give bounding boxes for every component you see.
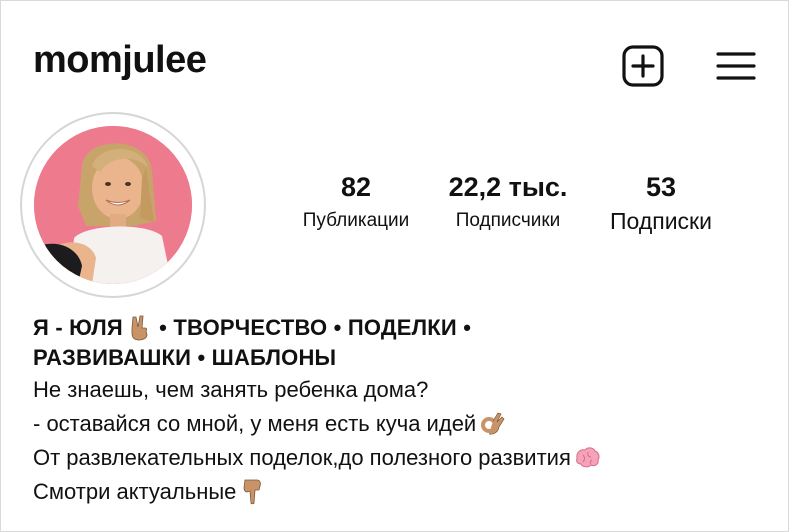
bio-line: Смотри актуальные [33, 475, 763, 509]
pointing-down-icon [244, 479, 262, 505]
profile-screen: momjulee 82 Публикации 22,2 тыс. Подписч… [0, 0, 789, 532]
avatar[interactable] [34, 126, 192, 284]
bio-title-name: Я - ЮЛЯ [33, 315, 123, 340]
brain-icon [576, 447, 600, 468]
bio-line-1: Не знаешь, чем занять ребенка дома? [33, 377, 429, 402]
bio-title-topics: • ТВОРЧЕСТВО • ПОДЕЛКИ • [152, 315, 472, 340]
profile-bio: Я - ЮЛЯ • ТВОРЧЕСТВО • ПОДЕЛКИ • РАЗВИВА… [33, 313, 763, 509]
menu-button[interactable] [713, 43, 759, 89]
posts-label: Публикации [302, 210, 410, 231]
bio-line-2: - оставайся со мной, у меня есть куча ид… [33, 411, 477, 436]
ok-hand-icon [481, 412, 505, 435]
posts-count: 82 [340, 172, 372, 202]
stat-following[interactable]: 53 Подписки [591, 171, 731, 233]
followers-count: 22,2 тыс. [448, 172, 568, 202]
bio-title-line2: РАЗВИВАШКИ • ШАБЛОНЫ [33, 345, 337, 370]
stat-posts[interactable]: 82 Публикации [285, 171, 427, 233]
avatar-story-ring[interactable] [20, 112, 206, 298]
new-post-button[interactable] [620, 43, 666, 89]
bio-line: Не знаешь, чем занять ребенка дома? [33, 373, 763, 407]
plus-square-icon [622, 45, 664, 87]
victory-hand-icon [131, 315, 148, 341]
bio-line-4: Смотри актуальные [33, 479, 237, 504]
avatar-photo [34, 126, 192, 284]
bio-line: - оставайся со мной, у меня есть куча ид… [33, 407, 763, 441]
bio-title: Я - ЮЛЯ • ТВОРЧЕСТВО • ПОДЕЛКИ • [33, 313, 763, 343]
followers-label: Подписчики [455, 210, 561, 231]
following-count: 53 [645, 172, 677, 202]
bio-line-3: От развлекательных поделок,до полезного … [33, 445, 571, 470]
profile-username: momjulee [33, 39, 207, 81]
stat-followers[interactable]: 22,2 тыс. Подписчики [437, 171, 579, 233]
following-label: Подписки [610, 208, 712, 234]
bio-line: От развлекательных поделок,до полезного … [33, 441, 763, 475]
hamburger-menu-icon [716, 52, 756, 80]
